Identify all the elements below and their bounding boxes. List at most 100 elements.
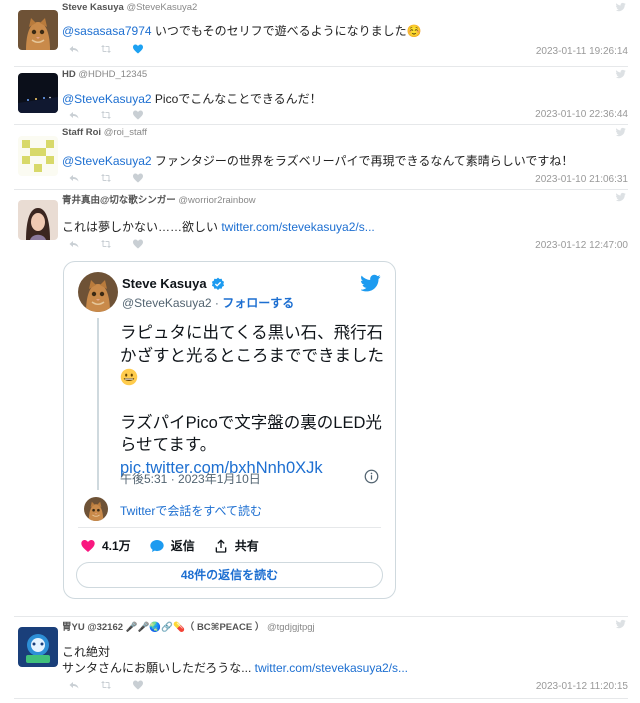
cat-avatar-icon bbox=[78, 272, 118, 312]
speech-bubble-icon bbox=[149, 538, 165, 554]
embed-time[interactable]: 午後5:31 · 2023年1月10日 bbox=[120, 470, 261, 487]
mention-link[interactable]: @sasasasa7974 bbox=[62, 24, 152, 38]
pixel-logo-avatar-icon bbox=[18, 136, 58, 176]
like-icon[interactable] bbox=[132, 238, 144, 250]
small-author-avatar bbox=[84, 497, 108, 521]
night-city-avatar-icon bbox=[18, 73, 58, 113]
tweet-header: Steve Kasuya @SteveKasuya2 bbox=[62, 2, 197, 13]
cat-avatar-icon bbox=[84, 497, 108, 521]
info-icon[interactable] bbox=[364, 469, 379, 484]
share-stat[interactable]: 共有 bbox=[213, 537, 259, 554]
author-handle[interactable]: @roi_staff bbox=[104, 127, 147, 138]
twitter-bird-icon bbox=[616, 619, 626, 629]
tweet-timestamp[interactable]: 2023-01-12 11:20:15 bbox=[536, 681, 628, 692]
tweet-timestamp[interactable]: 2023-01-10 21:06:31 bbox=[535, 174, 628, 185]
read-conversation-link[interactable]: Twitterで会話をすべて読む bbox=[120, 502, 262, 519]
grinning-face-emoji-icon bbox=[120, 368, 138, 386]
tweet-text: @SteveKasuya2 ファンタジーの世界をラズベリーパイで再現できるなんて… bbox=[62, 152, 573, 169]
separator-dot: · bbox=[211, 296, 223, 310]
reply-icon[interactable] bbox=[68, 43, 80, 55]
tweet-timestamp[interactable]: 2023-01-12 12:47:00 bbox=[535, 240, 628, 251]
twitter-bird-icon bbox=[616, 127, 626, 137]
reply-icon[interactable] bbox=[68, 679, 80, 691]
retweet-icon[interactable] bbox=[100, 679, 112, 691]
twitter-bird-icon bbox=[616, 69, 626, 79]
reply-stat[interactable]: 返信 bbox=[149, 537, 195, 554]
user-avatar[interactable] bbox=[18, 73, 58, 113]
tweet-timestamp[interactable]: 2023-01-10 22:36:44 bbox=[535, 109, 628, 120]
reply-icon[interactable] bbox=[68, 109, 80, 121]
tweet-link[interactable]: twitter.com/stevekasuya2/s... bbox=[221, 220, 374, 234]
retweet-icon[interactable] bbox=[100, 43, 112, 55]
tweet-link[interactable]: twitter.com/stevekasuya2/s... bbox=[255, 661, 408, 675]
tweet-timestamp[interactable]: 2023-01-11 19:26:14 bbox=[536, 46, 628, 57]
tweet-text: @SteveKasuya2 Picoでこんなことできるんだ！ bbox=[62, 90, 322, 107]
retweet-icon[interactable] bbox=[100, 172, 112, 184]
cat-avatar-icon bbox=[18, 10, 58, 50]
tweet-body: いつでもそのセリフで遊べるようになりました☺️ bbox=[151, 24, 422, 38]
tweet-body: ファンタジーの世界をラズベリーパイで再現できるなんて素晴らしいですね！ bbox=[151, 154, 574, 168]
tweet-item: HD @HDHD_12345 @SteveKasuya2 Picoでこんなことで… bbox=[14, 67, 628, 125]
share-label: 共有 bbox=[234, 539, 259, 553]
embed-paragraph-1: ラピュタに出てくる黒い石、飛行石かざすと光るところまでできました bbox=[120, 324, 384, 365]
tweet-body: サンタさんにお願いしただろうな... bbox=[62, 661, 255, 675]
retweet-icon[interactable] bbox=[100, 238, 112, 250]
embed-author-name-row: Steve Kasuya bbox=[122, 276, 225, 291]
embed-author-avatar[interactable] bbox=[78, 272, 118, 312]
mention-link[interactable]: @SteveKasuya2 bbox=[62, 154, 152, 168]
read-replies-button[interactable]: 48件の返信を読む bbox=[76, 562, 383, 588]
like-icon[interactable] bbox=[132, 109, 144, 121]
person-avatar-icon bbox=[18, 200, 58, 240]
tweet-actions bbox=[68, 43, 144, 55]
retweet-icon[interactable] bbox=[100, 109, 112, 121]
like-icon-active[interactable] bbox=[132, 43, 144, 55]
twitter-bird-icon[interactable] bbox=[361, 274, 381, 292]
author-handle[interactable]: @tgdjgjtpgj bbox=[267, 622, 315, 633]
author-name[interactable]: Steve Kasuya bbox=[62, 2, 124, 13]
author-handle[interactable]: @SteveKasuya2 bbox=[126, 2, 197, 13]
twitter-bird-icon bbox=[616, 192, 626, 202]
follow-link[interactable]: フォローする bbox=[222, 296, 294, 310]
embed-stats: 4.1万 返信 共有 bbox=[80, 537, 259, 554]
like-icon[interactable] bbox=[132, 679, 144, 691]
tweet-header: Staff Roi @roi_staff bbox=[62, 127, 147, 138]
embed-handle-row: @SteveKasuya2 · フォローする bbox=[122, 294, 294, 311]
tweet-body: これは夢しかない……欲しい bbox=[62, 220, 222, 234]
tweet-item: Staff Roi @roi_staff @SteveKasuya2 ファンタジ… bbox=[14, 125, 628, 190]
tweet-item: Steve Kasuya @SteveKasuya2 @sasasasa7974… bbox=[14, 0, 628, 67]
like-count: 4.1万 bbox=[102, 539, 131, 553]
tweet-actions bbox=[68, 172, 144, 184]
user-avatar[interactable] bbox=[18, 627, 58, 667]
tweet-actions bbox=[68, 679, 144, 691]
tweet-text: @sasasasa7974 いつでもそのセリフで遊べるようになりました☺️ bbox=[62, 22, 422, 39]
author-name[interactable]: 青井真由@切な歌シンガー bbox=[62, 195, 176, 206]
user-avatar[interactable] bbox=[18, 10, 58, 50]
reply-icon[interactable] bbox=[68, 172, 80, 184]
embed-author-name[interactable]: Steve Kasuya bbox=[122, 276, 207, 291]
like-icon[interactable] bbox=[132, 172, 144, 184]
reply-icon[interactable] bbox=[68, 238, 80, 250]
user-avatar[interactable] bbox=[18, 200, 58, 240]
author-name[interactable]: 胃YU @32162 🎤🎤🌏🔗💊（ BC⌘PEACE ） bbox=[62, 622, 264, 633]
tweet-header: HD @HDHD_12345 bbox=[62, 69, 147, 80]
twitter-bird-icon bbox=[616, 2, 626, 12]
user-avatar[interactable] bbox=[18, 136, 58, 176]
mention-link[interactable]: @SteveKasuya2 bbox=[62, 92, 152, 106]
tweet-text: これは夢しかない……欲しい twitter.com/stevekasuya2/s… bbox=[62, 218, 375, 235]
author-name[interactable]: Staff Roi bbox=[62, 127, 101, 138]
thread-line bbox=[97, 318, 99, 490]
like-stat[interactable]: 4.1万 bbox=[80, 537, 131, 554]
embedded-tweet-card[interactable]: Steve Kasuya @SteveKasuya2 · フォローする ラピュタ… bbox=[63, 261, 396, 599]
tweet-actions bbox=[68, 109, 144, 121]
tweet-header: 青井真由@切な歌シンガー @worrior2rainbow bbox=[62, 192, 256, 206]
author-handle[interactable]: @worrior2rainbow bbox=[178, 195, 255, 206]
embed-author-handle[interactable]: @SteveKasuya2 bbox=[122, 296, 212, 310]
tweet-body: Picoでこんなことできるんだ！ bbox=[151, 92, 322, 106]
embed-tweet-text: ラピュタに出てくる黒い石、飛行石かざすと光るところまでできました ラズパイPic… bbox=[120, 322, 390, 479]
tweet-text-line-2: サンタさんにお願いしただろうな... twitter.com/stevekasu… bbox=[62, 659, 408, 676]
embed-paragraph-2: ラズパイPicoで文字盤の裏のLED光らせてます。 bbox=[120, 413, 382, 455]
reply-label: 返信 bbox=[170, 539, 195, 553]
author-handle[interactable]: @HDHD_12345 bbox=[78, 69, 147, 80]
author-name[interactable]: HD bbox=[62, 69, 76, 80]
share-icon bbox=[213, 538, 229, 554]
